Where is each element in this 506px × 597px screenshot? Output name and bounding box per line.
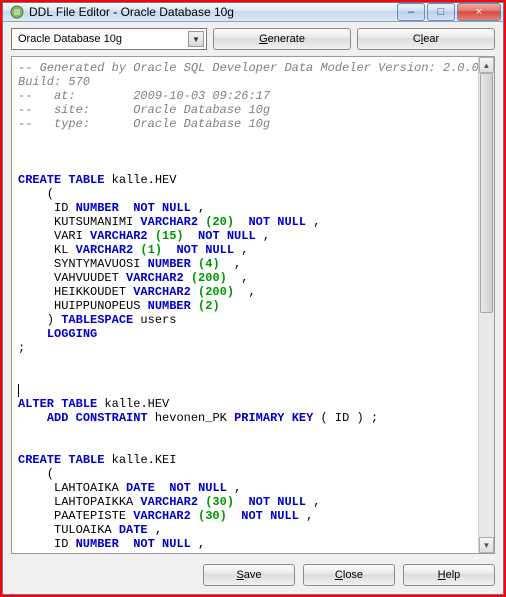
save-button[interactable]: Save: [203, 564, 295, 586]
scroll-thumb[interactable]: [480, 73, 493, 313]
database-combo-value: Oracle Database 10g: [18, 33, 188, 45]
toolbar: Oracle Database 10g ▼ Generate Clear: [3, 22, 503, 56]
titlebar[interactable]: DDL File Editor - Oracle Database 10g – …: [3, 3, 503, 22]
generate-button[interactable]: Generate: [213, 28, 351, 50]
scroll-track[interactable]: [479, 73, 494, 537]
close-window-button[interactable]: ×: [457, 3, 501, 21]
window-title: DDL File Editor - Oracle Database 10g: [29, 5, 395, 19]
code-editor[interactable]: -- Generated by Oracle SQL Developer Dat…: [12, 57, 478, 553]
database-combo[interactable]: Oracle Database 10g ▼: [11, 28, 207, 50]
scroll-up-button[interactable]: ▲: [479, 57, 494, 73]
app-icon: [9, 4, 25, 20]
chevron-down-icon: ▼: [188, 31, 204, 47]
window: DDL File Editor - Oracle Database 10g – …: [2, 2, 504, 595]
scroll-down-button[interactable]: ▼: [479, 537, 494, 553]
minimize-button[interactable]: –: [397, 3, 425, 21]
text-caret: [18, 384, 19, 397]
editor-wrap: -- Generated by Oracle SQL Developer Dat…: [11, 56, 495, 554]
help-button[interactable]: Help: [403, 564, 495, 586]
red-border: DDL File Editor - Oracle Database 10g – …: [0, 0, 506, 597]
close-button[interactable]: Close: [303, 564, 395, 586]
window-buttons: – □ ×: [395, 3, 501, 21]
maximize-button[interactable]: □: [427, 3, 455, 21]
clear-button[interactable]: Clear: [357, 28, 495, 50]
vertical-scrollbar[interactable]: ▲ ▼: [478, 57, 494, 553]
bottombar: Save Close Help: [3, 558, 503, 594]
